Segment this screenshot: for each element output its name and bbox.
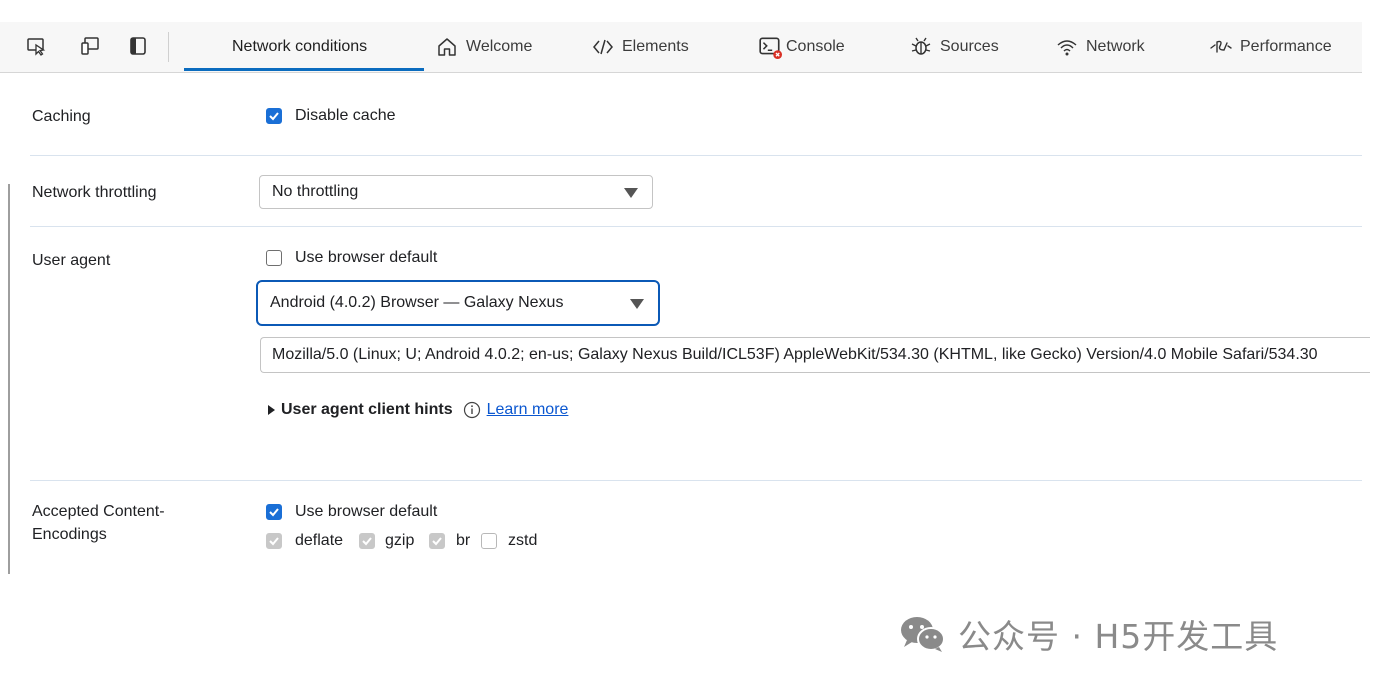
toggle-drawer-icon[interactable] xyxy=(128,36,148,56)
tab-network-conditions[interactable]: Network conditions xyxy=(232,22,367,72)
ua-use-browser-default-checkbox[interactable] xyxy=(266,250,282,266)
network-throttling-label: Network throttling xyxy=(32,184,157,201)
user-agent-label: User agent xyxy=(32,252,111,269)
checkmark-icon xyxy=(269,508,279,517)
tab-label: Elements xyxy=(622,38,689,55)
inspect-element-icon[interactable] xyxy=(26,36,46,56)
accepted-encodings-label-line2: Encodings xyxy=(32,526,107,543)
zstd-checkbox[interactable] xyxy=(481,533,497,549)
tab-label: Console xyxy=(786,38,845,55)
panel-scroll-rail xyxy=(8,184,10,574)
checkmark-icon xyxy=(269,112,279,121)
watermark: 公众号 · H5开发工具 xyxy=(898,610,1278,658)
throttling-select[interactable]: No throttling xyxy=(259,175,653,209)
section-divider xyxy=(30,480,1362,481)
disable-cache-checkbox[interactable] xyxy=(266,108,282,124)
accepted-encodings-label: Accepted Content- Encodings xyxy=(32,500,165,546)
toolbar-divider xyxy=(168,32,169,62)
deflate-checkbox[interactable] xyxy=(266,533,282,549)
caching-label: Caching xyxy=(32,108,91,125)
checkmark-icon xyxy=(432,537,442,546)
code-brackets-icon xyxy=(593,39,613,55)
section-divider xyxy=(30,155,1362,156)
wifi-icon xyxy=(1057,40,1077,56)
ua-client-hints-label[interactable]: User agent client hints xyxy=(281,401,453,419)
device-emulation-icon[interactable] xyxy=(80,36,100,56)
wechat-icon xyxy=(901,617,945,652)
expand-triangle-icon[interactable] xyxy=(268,405,275,415)
tab-label: Network conditions xyxy=(232,38,368,55)
tab-label: Welcome xyxy=(466,38,533,55)
tab-sources[interactable]: Sources xyxy=(910,22,999,72)
section-divider xyxy=(30,226,1362,227)
ua-use-browser-default-label: Use browser default xyxy=(295,249,438,266)
devtools-tab-bar: Network conditions Welcome Elements Cons… xyxy=(0,22,1362,73)
throttling-selected-value: No throttling xyxy=(272,183,359,200)
encodings-use-browser-default-label: Use browser default xyxy=(295,503,438,520)
tab-label: Performance xyxy=(1240,38,1332,55)
tab-label: Network xyxy=(1086,38,1145,55)
bug-icon xyxy=(911,37,931,55)
tab-network[interactable]: Network xyxy=(1056,22,1145,72)
deflate-label: deflate xyxy=(295,532,344,549)
console-icon xyxy=(759,37,782,59)
watermark-text: 公众号 · H5开发工具 xyxy=(958,617,1279,656)
accepted-encodings-label-line1: Accepted Content- xyxy=(32,503,165,520)
gzip-checkbox[interactable] xyxy=(359,533,375,549)
tab-elements[interactable]: Elements xyxy=(592,22,689,72)
disable-cache-label: Disable cache xyxy=(295,107,396,124)
ua-client-hints-row: User agent client hints Learn more xyxy=(268,401,568,419)
active-tab-indicator xyxy=(184,68,424,71)
gzip-label: gzip xyxy=(385,532,415,549)
checkmark-icon xyxy=(362,537,372,546)
learn-more-link[interactable]: Learn more xyxy=(487,401,569,419)
performance-icon xyxy=(1210,40,1232,53)
home-icon xyxy=(438,38,456,56)
tab-welcome[interactable]: Welcome xyxy=(436,22,532,72)
tab-performance[interactable]: Performance xyxy=(1206,22,1332,72)
checkmark-icon xyxy=(269,537,279,546)
user-agent-select[interactable]: Android (4.0.2) Browser — Galaxy Nexus xyxy=(256,280,660,326)
info-icon xyxy=(463,401,480,419)
br-label: br xyxy=(456,532,471,549)
encodings-use-browser-default-checkbox[interactable] xyxy=(266,504,282,520)
dropdown-arrow-icon xyxy=(630,299,644,309)
tab-label: Sources xyxy=(940,38,999,55)
tab-console[interactable]: Console xyxy=(756,22,845,72)
br-checkbox[interactable] xyxy=(429,533,445,549)
zstd-label: zstd xyxy=(508,532,538,549)
dropdown-arrow-icon xyxy=(624,188,638,198)
user-agent-selected-value: Android (4.0.2) Browser — Galaxy Nexus xyxy=(270,294,564,311)
user-agent-string-input[interactable]: Mozilla/5.0 (Linux; U; Android 4.0.2; en… xyxy=(260,337,1370,373)
